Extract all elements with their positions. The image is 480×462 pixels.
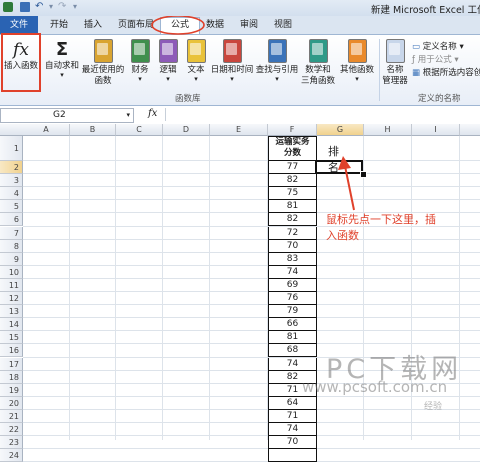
watermark-url: www.pcsoft.com.cn (302, 378, 448, 396)
row-gridline (23, 448, 480, 450)
annotation-text: 鼠标先点一下这里，插 入函数 (326, 212, 436, 244)
score-cell[interactable] (268, 449, 317, 462)
annotation-line-1: 鼠标先点一下这里，插 (326, 213, 436, 226)
row-header-24[interactable]: 24 (0, 449, 23, 462)
watermark-small: 经验 (424, 402, 443, 412)
annotation-line-2: 入函数 (326, 229, 359, 242)
